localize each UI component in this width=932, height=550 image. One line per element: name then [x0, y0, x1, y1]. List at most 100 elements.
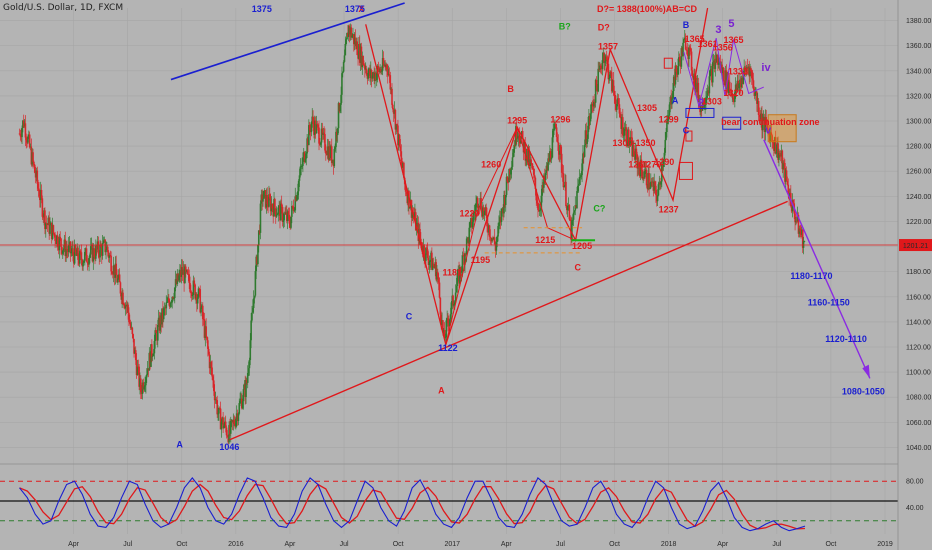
y-tick-label: 1360.00	[906, 43, 931, 50]
x-tick-label: Oct	[609, 541, 620, 548]
annotation-label: 1375	[252, 4, 272, 14]
candle-body	[511, 157, 514, 167]
osc-tick-label: 40.00	[906, 505, 924, 512]
x-tick-label: 2018	[661, 541, 677, 548]
y-tick-label: 1320.00	[906, 93, 931, 100]
annotation-label: A	[672, 95, 679, 105]
annotation-label: 1333	[728, 67, 748, 77]
annotation-label: 1357	[598, 41, 618, 51]
annotation-label: 1375	[345, 4, 365, 14]
annotation-label: 1299	[659, 114, 679, 124]
annotation-label: 1215	[535, 235, 555, 245]
x-tick-label: Apr	[501, 541, 513, 548]
candle-body	[722, 68, 725, 82]
annotation-label: 1320	[724, 88, 744, 98]
candle-body	[118, 274, 121, 283]
candle-body	[597, 68, 599, 92]
candle-body	[60, 238, 62, 247]
annotation-label: B	[683, 20, 690, 30]
annotation-label: C	[406, 311, 413, 321]
x-tick-label: 2016	[228, 541, 244, 548]
annotation-label: 5	[728, 18, 734, 30]
y-tick-label: 1160.00	[906, 294, 931, 301]
x-tick-label: Jul	[340, 541, 349, 548]
y-tick-label: 1260.00	[906, 169, 931, 176]
y-tick-label: 1380.00	[906, 18, 931, 25]
current-price-label: 1201.21	[903, 243, 928, 250]
annotation-label: 1296	[550, 114, 570, 124]
annotation-label: 1122	[438, 343, 458, 353]
osc-tick-label: 80.00	[906, 479, 924, 486]
y-tick-label: 1140.00	[906, 319, 931, 326]
candle-body	[242, 389, 245, 402]
annotation-label: 1046	[219, 442, 239, 452]
candle-body	[156, 324, 159, 341]
candle-body	[131, 327, 134, 335]
x-tick-label: Jul	[772, 541, 781, 548]
candle-body	[682, 42, 684, 57]
candle-body	[803, 241, 806, 242]
candle-body	[343, 55, 346, 62]
candle-body	[32, 152, 34, 162]
candle-body	[238, 403, 241, 414]
candle-body	[205, 326, 207, 337]
annotation-label: C	[683, 126, 690, 136]
candle-body	[52, 225, 55, 234]
annotation-label: 1260	[481, 159, 501, 169]
x-tick-label: Oct	[393, 541, 404, 548]
candle-body	[391, 88, 393, 105]
annotation-label: 1303	[702, 97, 722, 107]
annotation-label: B?	[559, 21, 571, 31]
candle-body	[165, 302, 168, 309]
candle-body	[645, 169, 648, 186]
annotation-label: v	[765, 125, 772, 137]
y-tick-label: 1060.00	[906, 420, 931, 427]
annotation-label: 1237	[659, 205, 679, 215]
candle-body	[342, 61, 345, 72]
annotation-label: 1305	[637, 103, 657, 113]
price-chart[interactable]: XB1295 1296126012201215119511811205CAD?13…	[0, 0, 932, 550]
annotation-label: 1080-1050	[842, 387, 885, 397]
y-tick-label: 1120.00	[906, 345, 931, 352]
annotation-label: 1205	[572, 241, 592, 251]
x-tick-label: Oct	[825, 541, 836, 548]
symbol-title: Gold/U.S. Dollar, 1D, FXCM	[3, 3, 124, 13]
candle-body	[250, 320, 252, 341]
candle-body	[691, 70, 694, 76]
candle-body	[262, 198, 264, 202]
x-tick-label: Apr	[285, 541, 297, 548]
annotation-label: 1220	[460, 208, 480, 218]
candle-body	[49, 224, 51, 234]
y-tick-label: 1180.00	[906, 269, 931, 276]
x-tick-label: 2019	[877, 541, 893, 548]
y-tick-label: 1100.00	[906, 370, 931, 377]
annotation-label: A	[438, 385, 445, 395]
annotation-label: 1300-1350	[612, 138, 655, 148]
annotation-label: C	[574, 262, 581, 272]
y-tick-label: 1280.00	[906, 144, 931, 151]
y-tick-label: 1300.00	[906, 119, 931, 126]
candle-body	[251, 312, 253, 321]
annotation-label: 2	[698, 97, 704, 109]
x-tick-label: Jul	[123, 541, 132, 548]
candle-body	[274, 199, 276, 209]
y-tick-label: 1040.00	[906, 445, 931, 452]
candle-body	[562, 173, 565, 188]
x-tick-label: 2017	[444, 541, 460, 548]
candle-body	[664, 139, 667, 153]
candle-body	[656, 195, 659, 202]
candle-body	[345, 39, 347, 44]
y-tick-label: 1080.00	[906, 395, 931, 402]
annotation-label: iv	[761, 62, 771, 74]
annotation-label: 1160-1150	[808, 298, 850, 308]
candle-body	[438, 282, 441, 298]
candle-body	[122, 292, 124, 305]
annotation-label: D?= 1388(100%)AB=CD	[597, 4, 698, 14]
x-tick-label: Jul	[556, 541, 565, 548]
annotation-label: A	[176, 439, 183, 449]
candle-body	[565, 181, 567, 207]
annotation-label: 1120-1110	[825, 334, 867, 344]
candle-body	[576, 191, 578, 209]
annotation-label: 1295	[507, 116, 527, 126]
y-tick-label: 1240.00	[906, 194, 931, 201]
